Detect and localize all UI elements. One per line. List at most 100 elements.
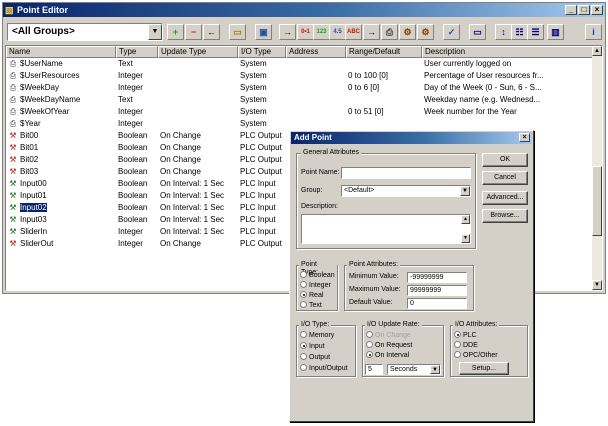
minimum-value-input[interactable]: -99999999	[407, 272, 467, 283]
table-row[interactable]: ⎙ $UserResources Integer System 0 to 100 [0]…	[6, 70, 592, 82]
cell-name: ⚒ Bit01	[6, 142, 116, 154]
radio-integer[interactable]: Integer	[300, 281, 331, 290]
group-select[interactable]: <All Groups> ▼	[7, 23, 163, 41]
maximum-value-input[interactable]: 99999999	[407, 285, 467, 296]
default-value-input[interactable]: 0	[407, 298, 467, 309]
column-header-name[interactable]: Name	[6, 46, 116, 58]
cell-name: ⚒ Input00	[6, 178, 116, 190]
chevron-down-icon[interactable]: ▼	[460, 186, 470, 196]
scroll-thumb[interactable]	[592, 166, 602, 236]
table-row[interactable]: ⎙ $WeekDayName Text System Weekday name (e.g…	[6, 94, 592, 106]
dialog-close-icon[interactable]: ×	[519, 133, 530, 142]
column-header-update-type[interactable]: Update Type	[158, 46, 238, 58]
radio-label: PLC	[463, 332, 477, 339]
cell-update: On Interval: 1 Sec	[160, 179, 225, 188]
cell-io: PLC Output	[240, 239, 282, 248]
text-button[interactable]: ABC	[345, 24, 362, 40]
radio-memory[interactable]: Memory	[300, 331, 334, 340]
close-button[interactable]: ×	[591, 5, 603, 15]
real-button[interactable]: 4.5	[329, 24, 346, 40]
radio-on-change[interactable]: On Change	[366, 331, 411, 340]
tag-button[interactable]: ▭	[229, 24, 246, 40]
column-header-type[interactable]: Type	[116, 46, 158, 58]
table-row[interactable]: ⎙ $Year Integer System	[6, 118, 592, 130]
column-header-address[interactable]: Address	[286, 46, 346, 58]
info-button[interactable]: i	[585, 24, 602, 40]
plc-output-icon: ⚒	[9, 155, 17, 164]
table-row[interactable]: ⎙ $WeekOfYear Integer System 0 to 51 [0] Week…	[6, 106, 592, 118]
back-button[interactable]: ←	[203, 24, 220, 40]
integer-button[interactable]: 123	[313, 24, 330, 40]
cancel-button[interactable]: Cancel	[482, 171, 528, 185]
column-header-range[interactable]: Range/Default	[346, 46, 422, 58]
radio-label: Text	[309, 302, 322, 309]
group-label: Group:	[301, 187, 323, 194]
chevron-down-icon[interactable]: ▼	[430, 365, 440, 374]
radio-plc[interactable]: PLC	[454, 331, 477, 340]
system-button[interactable]: ⎙	[381, 24, 398, 40]
maximize-button[interactable]: □	[578, 5, 590, 15]
cell-name: ⚒ Input03	[6, 214, 116, 226]
table-row[interactable]: ⎙ $WeekDay Integer System 0 to 6 [0] Day of t…	[6, 82, 592, 94]
sort-button[interactable]: ↕	[495, 24, 512, 40]
plc2-button[interactable]: ⚙	[417, 24, 434, 40]
export-button[interactable]: →	[363, 24, 380, 40]
ok-button[interactable]: OK	[482, 153, 528, 167]
cell-name: ⚒ Bit02	[6, 154, 116, 166]
cell-io: System	[240, 119, 267, 128]
advanced-button[interactable]: Advanced...	[482, 191, 528, 205]
interval-unit-select[interactable]: Seconds ▼	[387, 364, 441, 375]
radio-dde[interactable]: DDE	[454, 341, 478, 350]
delete-point-button[interactable]: −	[185, 24, 202, 40]
radio-opc-other[interactable]: OPC/Other	[454, 351, 498, 360]
column-header-description[interactable]: Description	[422, 46, 594, 58]
radio-boolean[interactable]: Boolean	[300, 271, 335, 280]
radio-real[interactable]: Real	[300, 291, 323, 300]
plc-input-icon: ⚒	[9, 227, 17, 236]
group-select-dialog-value: <Default>	[344, 187, 375, 194]
arrow-button[interactable]: →	[279, 24, 296, 40]
window-button[interactable]: ▭	[469, 24, 486, 40]
radio-output[interactable]: Output	[300, 353, 330, 362]
plc-button[interactable]: ⚙	[399, 24, 416, 40]
radio-text[interactable]: Text	[300, 301, 322, 310]
column-header-io-type[interactable]: I/O Type	[238, 46, 286, 58]
radio-on-request[interactable]: On Request	[366, 341, 412, 350]
point-attributes-label: Point Attributes:	[347, 261, 401, 269]
setup-button[interactable]: Setup...	[459, 362, 509, 375]
memo-scroll-down-icon[interactable]: ▼	[461, 234, 470, 243]
cell-name: ⚒ SliderOut	[6, 238, 116, 250]
minimize-button[interactable]: _	[565, 5, 577, 15]
add-point-button[interactable]: +	[167, 24, 184, 40]
interval-value-input[interactable]: 5	[365, 364, 383, 375]
binary-button[interactable]: 0•1	[297, 24, 314, 40]
list-button[interactable]: ☰	[527, 24, 544, 40]
cell-address	[286, 106, 346, 118]
vertical-scrollbar[interactable]: ▲ ▼	[592, 46, 602, 290]
cell-update: On Interval: 1 Sec	[160, 215, 225, 224]
radio-input-output[interactable]: Input/Output	[300, 364, 348, 373]
browse-button[interactable]: Browse...	[482, 209, 528, 223]
radio-on-interval[interactable]: On Interval	[366, 351, 409, 360]
maximum-value-label: Maximum Value:	[349, 286, 401, 293]
memo-scroll-up-icon[interactable]: ▲	[461, 215, 470, 224]
check-button[interactable]: ✓	[443, 24, 460, 40]
table-row[interactable]: ⎙ $UserName Text System User currently logge…	[6, 58, 592, 70]
description-input[interactable]: ▲ ▼	[301, 214, 471, 244]
cell-address	[286, 82, 346, 94]
scroll-down-icon[interactable]: ▼	[592, 280, 602, 290]
cell-type: Boolean	[118, 203, 148, 212]
radio-input[interactable]: Input	[300, 342, 325, 351]
cell-type: Boolean	[118, 191, 148, 200]
scroll-up-icon[interactable]: ▲	[592, 46, 602, 56]
group-button[interactable]: ▣	[255, 24, 272, 40]
columns-button[interactable]: ▥	[547, 24, 564, 40]
group-select-dialog[interactable]: <Default> ▼	[341, 185, 471, 197]
toolbar: <All Groups> ▼ + − ← ▭ ▣ → 0•1 123 4.5 ABC → ⎙ ⚙ ⚙ ✓ ▭ ↕…	[3, 19, 605, 45]
chevron-down-icon[interactable]: ▼	[148, 24, 162, 40]
plc-output-icon: ⚒	[9, 239, 17, 248]
cell-io: System	[240, 59, 267, 68]
tree-button[interactable]: ☷	[511, 24, 528, 40]
point-name-input[interactable]	[341, 167, 471, 179]
cell-desc	[422, 118, 592, 130]
